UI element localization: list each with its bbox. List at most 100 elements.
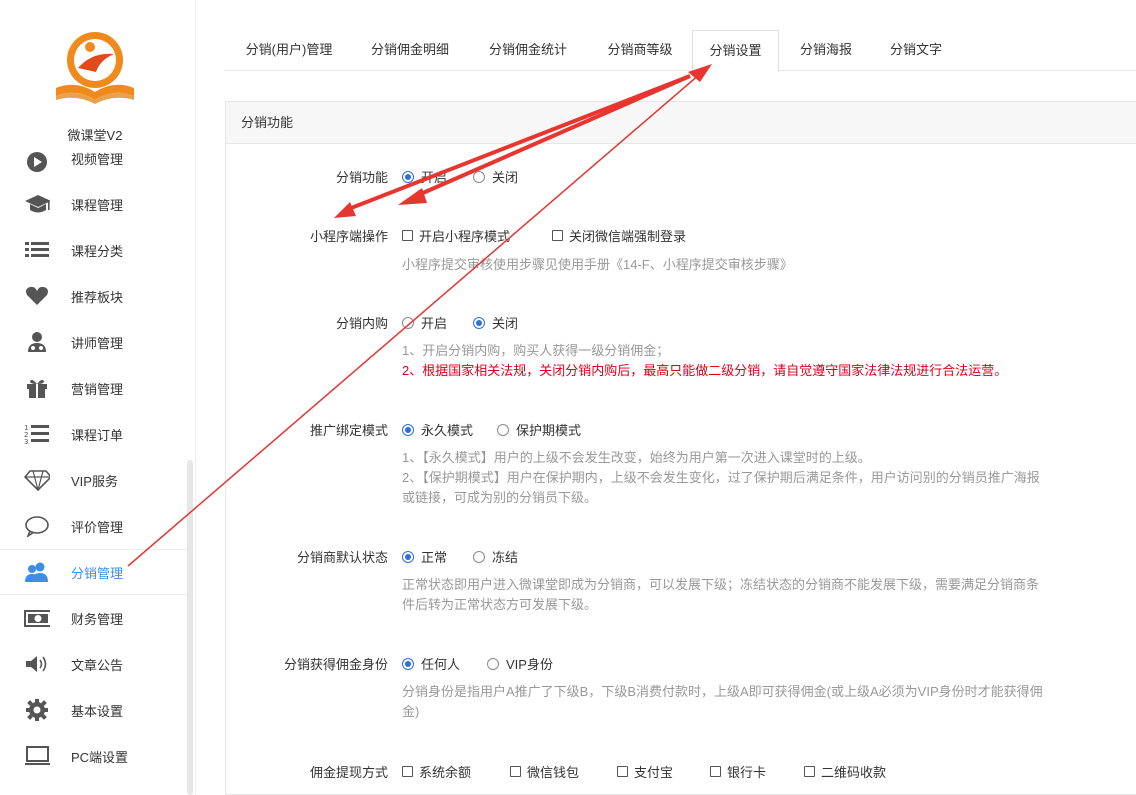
checkbox-withdraw-bankcard[interactable]: 银行卡 — [710, 762, 766, 781]
sidebar-item-label: 评价管理 — [71, 519, 124, 535]
sidebar-item-label: 基本设置 — [71, 703, 124, 719]
tab-commission-stats[interactable]: 分销佣金统计 — [474, 30, 582, 71]
checkbox-indicator[interactable] — [402, 230, 413, 241]
sidebar-item-label: 视频管理 — [71, 152, 124, 167]
checkbox-indicator[interactable] — [617, 766, 628, 777]
field-label-default-status: 分销商默认状态 — [296, 550, 388, 565]
radio-distribution-on[interactable]: 开启 — [402, 167, 447, 186]
help-commission-identity-2: 金) — [402, 704, 420, 719]
radio-inner-buy-off[interactable]: 关闭 — [473, 313, 518, 332]
radio-indicator[interactable] — [402, 316, 414, 329]
help-default-status-1: 正常状态即用户进入微课堂即成为分销商，可以发展下级；冻结状态的分销商不能发展下级… — [402, 577, 1040, 592]
sidebar-item-categories[interactable]: 课程分类 — [0, 227, 190, 273]
sidebar-item-vip[interactable]: VIP服务 — [0, 457, 190, 503]
field-label-distribution: 分销功能 — [335, 170, 388, 185]
tab-distribution-users[interactable]: 分销(用户)管理 — [228, 30, 350, 71]
radio-indicator[interactable] — [402, 550, 414, 563]
sidebar-item-teachers[interactable]: 讲师管理 — [0, 319, 190, 365]
sidebar-item-label: 推荐板块 — [71, 289, 124, 305]
tab-commission-details[interactable]: 分销佣金明细 — [356, 30, 464, 71]
sidebar-item-label: 讲师管理 — [71, 335, 124, 351]
graduation-cap-icon — [24, 191, 50, 217]
help-bind-mode-3: 或链接，可成为别的分销员下级。 — [402, 490, 598, 505]
sidebar-item-label: 课程订单 — [71, 427, 124, 443]
checkbox-withdraw-alipay[interactable]: 支付宝 — [617, 762, 673, 781]
tab-distribution-poster[interactable]: 分销海报 — [788, 30, 864, 71]
help-default-status-2: 件后转为正常状态方可发展下级。 — [402, 597, 598, 612]
sidebar-item-orders[interactable]: 123 课程订单 — [0, 411, 190, 457]
sidebar-item-label: 课程管理 — [71, 197, 124, 213]
sidebar-scrollbar[interactable] — [187, 460, 193, 795]
checkbox-withdraw-balance[interactable]: 系统余额 — [402, 762, 471, 781]
sidebar-item-recommend[interactable]: 推荐板块 — [0, 273, 190, 319]
monitor-icon — [24, 743, 50, 769]
radio-bind-permanent[interactable]: 永久模式 — [402, 420, 473, 439]
radio-indicator[interactable] — [497, 423, 509, 436]
radio-distribution-off[interactable]: 关闭 — [473, 167, 518, 186]
speaker-icon — [24, 651, 50, 677]
sidebar-item-label: 课程分类 — [71, 243, 124, 259]
app-logo — [52, 30, 138, 106]
money-icon — [24, 605, 50, 631]
sidebar-item-articles[interactable]: 文章公告 — [0, 641, 190, 687]
teacher-icon — [24, 329, 50, 355]
sidebar-item-finance[interactable]: 财务管理 — [0, 595, 190, 641]
radio-indicator[interactable] — [473, 550, 485, 563]
field-label-inner-buy: 分销内购 — [335, 316, 388, 331]
diamond-icon — [24, 467, 50, 493]
checkbox-indicator[interactable] — [804, 766, 815, 777]
svg-text:3: 3 — [24, 438, 28, 446]
radio-status-normal[interactable]: 正常 — [402, 547, 447, 566]
ordered-list-icon: 123 — [24, 421, 50, 447]
radio-indicator[interactable] — [402, 423, 414, 436]
radio-indicator[interactable] — [402, 657, 414, 670]
checkbox-miniprogram-mode[interactable]: 开启小程序模式 — [402, 226, 510, 245]
sidebar-item-marketing[interactable]: 营销管理 — [0, 365, 190, 411]
radio-identity-vip[interactable]: VIP身份 — [487, 654, 553, 673]
tab-distributor-levels[interactable]: 分销商等级 — [592, 30, 688, 71]
help-bind-mode-1: 1、【永久模式】用户的上级不会发生改变，始终为用户第一次进入课堂时的上级。 — [402, 450, 871, 465]
radio-indicator[interactable] — [487, 657, 499, 670]
sidebar-item-pc-settings[interactable]: PC端设置 — [0, 733, 190, 779]
field-label-miniprogram: 小程序端操作 — [309, 229, 388, 244]
sidebar-item-distribution[interactable]: 分销管理 — [0, 549, 190, 595]
help-miniprogram: 小程序提交审核使用步骤见使用手册《14-F、小程序提交审核步骤》 — [402, 257, 793, 272]
help-inner-buy-warning: 2、根据国家相关法规，关闭分销内购后，最高只能做二级分销，请自觉遵守国家法律法规… — [402, 363, 1008, 378]
checkbox-withdraw-qrcode[interactable]: 二维码收款 — [804, 762, 886, 781]
help-inner-buy-1: 1、开启分销内购，购买人获得一级分销佣金； — [402, 343, 670, 358]
checkbox-indicator[interactable] — [710, 766, 721, 777]
heart-icon — [24, 283, 50, 309]
radio-indicator[interactable] — [473, 170, 485, 183]
sidebar-item-label: 营销管理 — [71, 381, 124, 397]
checkbox-indicator[interactable] — [402, 766, 413, 777]
gear-icon — [24, 697, 50, 723]
tab-distribution-settings[interactable]: 分销设置 — [692, 30, 779, 72]
radio-inner-buy-on[interactable]: 开启 — [402, 313, 447, 332]
checkbox-disable-wechat-login[interactable]: 关闭微信端强制登录 — [552, 226, 686, 245]
users-icon — [24, 559, 50, 585]
checkbox-indicator[interactable] — [510, 766, 521, 777]
radio-indicator[interactable] — [402, 170, 414, 183]
chat-bubble-icon — [24, 513, 50, 539]
sidebar-item-label: 分销管理 — [71, 565, 124, 581]
checkbox-withdraw-wechat[interactable]: 微信钱包 — [510, 762, 579, 781]
sidebar-item-label: VIP服务 — [71, 473, 118, 489]
field-label-withdraw: 佣金提现方式 — [309, 765, 388, 780]
sidebar-item-settings[interactable]: 基本设置 — [0, 687, 190, 733]
checkbox-indicator[interactable] — [552, 230, 563, 241]
radio-bind-protection[interactable]: 保护期模式 — [497, 420, 581, 439]
sidebar-item-label: 文章公告 — [71, 657, 124, 673]
list-icon — [24, 237, 50, 263]
sidebar-item-video[interactable]: 视频管理 — [0, 135, 190, 175]
field-label-bind-mode: 推广绑定模式 — [309, 423, 388, 438]
sidebar-item-label: 财务管理 — [71, 611, 124, 627]
sidebar-item-courses[interactable]: 课程管理 — [0, 181, 190, 227]
radio-status-frozen[interactable]: 冻结 — [473, 547, 518, 566]
radio-indicator[interactable] — [473, 316, 485, 329]
radio-identity-anyone[interactable]: 任何人 — [402, 654, 460, 673]
play-icon — [24, 149, 50, 175]
gift-icon — [24, 375, 50, 401]
tab-distribution-text[interactable]: 分销文字 — [876, 30, 956, 71]
sidebar-item-label: PC端设置 — [71, 749, 129, 765]
sidebar-item-reviews[interactable]: 评价管理 — [0, 503, 190, 549]
